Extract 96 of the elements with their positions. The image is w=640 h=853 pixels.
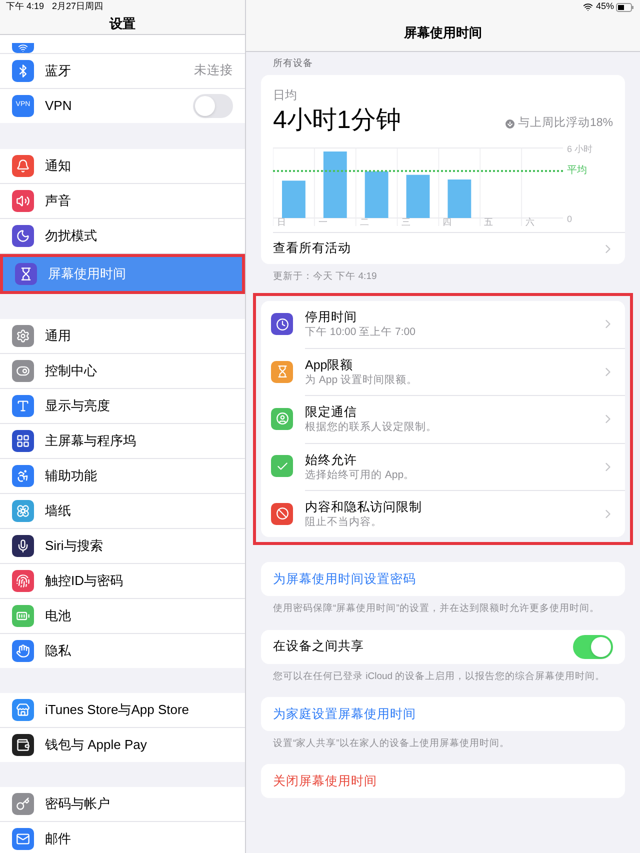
limit-item[interactable]: 内容和隐私访问限制 阻止不当内容。 (261, 490, 625, 538)
axis-day-label: 四 (442, 217, 452, 226)
axis-day-label: 一 (318, 217, 328, 226)
footnote: 设置“家人共享”以在家人的设备上使用屏幕使用时间。 (272, 736, 510, 751)
key-icon (12, 792, 34, 814)
settings-item[interactable]: 辅助功能 (0, 458, 245, 492)
usage-bar (406, 175, 430, 218)
settings-item[interactable]: 显示与亮度 (0, 388, 245, 422)
limit-item[interactable]: 始终允许 选择始终可用的 App。 (261, 442, 625, 490)
usage-bar (282, 180, 306, 218)
status-value: 未连接 (194, 62, 233, 80)
mail-icon (12, 828, 34, 850)
settings-item[interactable]: 主屏幕与程序坞 (0, 424, 245, 458)
settings-item[interactable] (0, 34, 245, 52)
bluetooth-icon (12, 60, 34, 82)
switches-icon (12, 360, 34, 382)
wallet-icon (12, 734, 34, 756)
siri-icon (12, 534, 34, 556)
limit-subtitle: 根据您的联系人设定限制。 (305, 420, 438, 434)
option-link[interactable]: 为家庭设置屏幕使用时间 (261, 696, 625, 731)
battery-icon (616, 2, 634, 12)
toggle-switch[interactable] (193, 94, 233, 118)
settings-item[interactable]: 电池 (0, 598, 245, 632)
usage-bar (448, 180, 472, 218)
summary-label: 日均 (273, 87, 298, 104)
settings-item[interactable]: Siri与搜索 (0, 528, 245, 562)
settings-item[interactable]: 触控ID与密码 (0, 564, 245, 598)
axis-day-label: 六 (526, 217, 535, 226)
turn-off-button[interactable]: 关闭屏幕使用时间 (261, 764, 625, 798)
activity-link[interactable]: 查看所有活动 (273, 232, 625, 264)
settings-item[interactable]: 隐私 (0, 634, 245, 668)
sidebar-title: 设置 (110, 15, 136, 33)
limit-title: 停用时间 (305, 309, 358, 326)
axis-day-label: 日 (277, 217, 286, 226)
limit-title: 限定通信 (305, 404, 358, 420)
settings-item[interactable]: 声音 (0, 184, 245, 218)
limit-item[interactable]: 停用时间 下午 10:00 至上午 7:00 (261, 300, 625, 348)
prohibited-icon (271, 502, 293, 525)
limit-subtitle: 下午 10:00 至上午 7:00 (305, 325, 416, 340)
settings-item[interactable]: 邮件 (0, 822, 245, 853)
limit-item[interactable]: 限定通信 根据您的联系人设定限制。 (261, 395, 625, 443)
axis-tick-label: 0 (567, 214, 572, 224)
fingerprint-icon (12, 570, 34, 592)
settings-item[interactable]: 墙纸 (0, 494, 245, 528)
daily-average: 4小时1分钟 (273, 105, 401, 136)
text-size-icon (12, 394, 34, 416)
section-label: 所有设备 (272, 57, 314, 71)
footnote: 您可以在任何已登录 iCloud 的设备上启用，以报告您的综合屏幕使用时间。 (272, 670, 606, 684)
axis-day-label: 二 (360, 217, 369, 226)
page-title: 屏幕使用时间 (404, 24, 482, 42)
usage-bar (323, 152, 347, 218)
settings-item[interactable]: 蓝牙 未连接 (0, 54, 245, 88)
battery-icon (12, 604, 34, 626)
moon-icon (12, 224, 34, 246)
speaker-icon (12, 190, 34, 212)
weekly-change: 与上周比浮动18% (518, 116, 613, 131)
status-time: 下午 4:19 (6, 0, 44, 14)
settings-item[interactable]: 通用 (0, 318, 245, 352)
hourglass-icon (15, 262, 37, 284)
hourglass-icon (271, 360, 293, 383)
limit-title: App限额 (305, 357, 354, 374)
app-grid-icon (12, 430, 34, 452)
flower-icon (12, 500, 34, 522)
settings-item[interactable]: 通知 (0, 148, 245, 182)
limit-subtitle: 为 App 设置时间限额。 (305, 373, 419, 388)
footnote: 使用密码保障“屏幕使用时间”的设置，并在达到限额时允许更多使用时间。 (272, 602, 600, 616)
updated-note: 更新于：今天 下午 4:19 (272, 270, 378, 284)
settings-item[interactable]: 钱包与 Apple Pay (0, 728, 245, 762)
limit-title: 内容和隐私访问限制 (305, 499, 423, 516)
wifi-icon (12, 42, 34, 52)
contact-icon (271, 408, 293, 430)
accessibility-icon (12, 464, 34, 486)
gear-icon (12, 324, 34, 346)
limit-title: 始终允许 (305, 452, 358, 468)
toggle-switch[interactable] (573, 634, 613, 659)
average-label: 平均 (567, 165, 587, 178)
settings-item[interactable]: 勿扰模式 (0, 218, 245, 252)
axis-tick-label: 6 小时 (567, 144, 593, 154)
status-date: 2月27日周四 (52, 0, 104, 14)
axis-day-label: 五 (484, 217, 494, 226)
settings-item[interactable]: iTunes Store与App Store (0, 692, 245, 726)
limit-subtitle: 选择始终可用的 App。 (305, 468, 416, 482)
check-badge-icon (271, 455, 293, 478)
wifi-icon (582, 2, 593, 12)
clock-icon (271, 313, 293, 336)
hand-icon (12, 640, 34, 662)
option-link[interactable]: 为屏幕使用时间设置密码 (261, 562, 625, 596)
usage-bar (364, 172, 388, 218)
axis-day-label: 三 (401, 217, 410, 226)
limit-subtitle: 阻止不当内容。 (305, 515, 383, 530)
battery-percent: 45% (596, 0, 614, 14)
settings-item[interactable]: 密码与帐户 (0, 786, 245, 820)
limit-item[interactable]: App限额 为 App 设置时间限额。 (261, 348, 625, 396)
notification-icon (12, 154, 34, 176)
setting-label: 在设备之间共享 (273, 638, 364, 656)
settings-item[interactable]: 控制中心 (0, 354, 245, 388)
